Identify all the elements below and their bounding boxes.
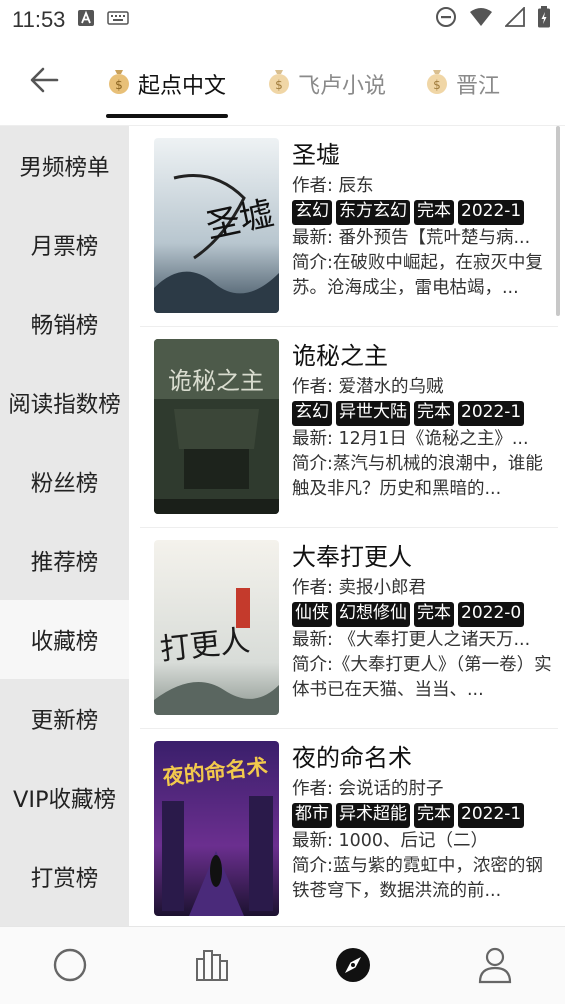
tab-label: 晋江 — [456, 74, 501, 99]
sidebar-item-bestseller[interactable]: 畅销榜 — [0, 284, 129, 363]
nav-bookshelf-button[interactable] — [190, 945, 234, 989]
book-item[interactable]: 打更人 大奉打更人 作者: 卖报小郎君 仙侠 幻想修仙 完本 2022-0 最新… — [140, 528, 558, 729]
tag-date: 2022-1 — [458, 803, 525, 828]
tag-status: 完本 — [414, 602, 454, 627]
book-intro: 简介:《大奉打更人》（第一卷）实体书已在天猫、当当、... — [292, 655, 552, 700]
tag-category: 玄幻 — [292, 200, 332, 225]
book-intro: 简介:在破败中崛起，在寂灭中复苏。沧海成尘，雷电枯竭，... — [292, 253, 543, 298]
battery-icon — [537, 6, 551, 32]
book-tags: 都市 异术超能 完本 2022-1 — [292, 803, 554, 828]
book-cover: 诡秘之主 — [154, 339, 279, 514]
top-tab-bar: $ 起点中文 $ 飞卢小说 $ 晋江 — [0, 40, 565, 126]
tab-qidian[interactable]: $ 起点中文 — [106, 62, 226, 106]
sidebar-item-reward[interactable]: 打赏榜 — [0, 837, 129, 916]
tag-status: 完本 — [414, 200, 454, 225]
tag-status: 完本 — [414, 401, 454, 426]
nav-profile-button[interactable] — [473, 945, 517, 989]
signal-icon — [503, 5, 525, 31]
sidebar-item-vip-collection[interactable]: VIP收藏榜 — [0, 758, 129, 837]
do-not-disturb-icon — [435, 6, 457, 32]
bookshelf-icon — [194, 947, 230, 987]
book-title: 圣墟 — [292, 141, 340, 169]
sidebar-item-fans[interactable]: 粉丝榜 — [0, 442, 129, 521]
book-author: 作者: 辰东 — [292, 176, 374, 196]
book-tags: 玄幻 东方玄幻 完本 2022-1 — [292, 200, 554, 225]
sidebar-item-recommend[interactable]: 推荐榜 — [0, 521, 129, 600]
tag-date: 2022-1 — [458, 401, 525, 426]
tag-subcategory: 异世大陆 — [336, 401, 410, 426]
sidebar-item-monthly-ticket[interactable]: 月票榜 — [0, 205, 129, 284]
sidebar-item-update[interactable]: 更新榜 — [0, 679, 129, 758]
money-bag-icon: $ — [266, 67, 292, 101]
book-latest-chapter: 最新: 番外预告【荒叶楚与病... — [292, 228, 531, 248]
status-time: 11:53 — [12, 7, 66, 32]
book-tags: 玄幻 异世大陆 完本 2022-1 — [292, 401, 554, 426]
book-intro: 简介:蒸汽与机械的浪潮中，谁能触及非凡？历史和黑暗的... — [292, 454, 543, 499]
book-cover: 圣墟 — [154, 138, 279, 313]
svg-text:$: $ — [433, 78, 441, 92]
book-author: 作者: 会说话的肘子 — [292, 779, 444, 799]
wifi-icon — [469, 7, 493, 31]
sidebar-item-reading-index[interactable]: 阅读指数榜 — [0, 363, 129, 442]
tag-category: 仙侠 — [292, 602, 332, 627]
book-cover: 打更人 — [154, 540, 279, 715]
tag-subcategory: 东方玄幻 — [336, 200, 410, 225]
bottom-nav — [0, 926, 565, 1004]
person-icon — [477, 946, 513, 988]
book-tags: 仙侠 幻想修仙 完本 2022-0 — [292, 602, 554, 627]
book-latest-chapter: 最新: 12月1日《诡秘之主》... — [292, 429, 529, 449]
keyboard-icon — [107, 10, 130, 30]
book-item[interactable]: 圣墟 圣墟 作者: 辰东 玄幻 东方玄幻 完本 2022-1 最新: 番外预告【… — [140, 126, 558, 327]
book-intro: 简介:蓝与紫的霓虹中，浓密的钢铁苍穹下，数据洪流的前... — [292, 856, 543, 901]
ranking-sidebar: 男频榜单 月票榜 畅销榜 阅读指数榜 粉丝榜 推荐榜 收藏榜 更新榜 VIP收藏… — [0, 126, 129, 926]
arrow-left-icon — [29, 67, 59, 97]
tab-label: 起点中文 — [138, 74, 227, 99]
nav-discover-button[interactable] — [331, 945, 375, 989]
tab-label: 飞卢小说 — [298, 74, 387, 99]
book-title: 诡秘之主 — [292, 342, 388, 370]
book-cover-title: 诡秘之主 — [168, 367, 264, 395]
sidebar-item-collection[interactable]: 收藏榜 — [0, 600, 129, 679]
tag-subcategory: 异术超能 — [336, 803, 410, 828]
tag-subcategory: 幻想修仙 — [336, 602, 410, 627]
svg-text:$: $ — [115, 78, 123, 92]
book-latest-chapter: 最新: 《大奉打更人之诸天万... — [292, 630, 531, 650]
tab-jinjiang[interactable]: $ 晋江 — [424, 62, 500, 106]
book-title: 夜的命名术 — [292, 744, 412, 772]
book-title: 大奉打更人 — [292, 543, 412, 571]
svg-text:$: $ — [275, 78, 283, 92]
tag-category: 玄幻 — [292, 401, 332, 426]
tag-status: 完本 — [414, 803, 454, 828]
money-bag-icon: $ — [424, 67, 450, 101]
tag-date: 2022-1 — [458, 200, 525, 225]
book-cover: 夜的命名术 — [154, 741, 279, 916]
book-list: 圣墟 圣墟 作者: 辰东 玄幻 东方玄幻 完本 2022-1 最新: 番外预告【… — [140, 126, 558, 926]
book-author: 作者: 爱潜水的乌贼 — [292, 377, 444, 397]
money-bag-icon: $ — [106, 67, 132, 101]
tag-date: 2022-0 — [458, 602, 525, 627]
tab-feilu[interactable]: $ 飞卢小说 — [266, 62, 386, 106]
font-notification-icon — [77, 9, 95, 31]
tag-category: 都市 — [292, 803, 332, 828]
circle-icon — [52, 947, 88, 987]
nav-home-button[interactable] — [48, 945, 92, 989]
back-button[interactable] — [24, 62, 64, 102]
book-author: 作者: 卖报小郎君 — [292, 578, 426, 598]
list-scrollbar[interactable] — [556, 126, 560, 316]
sidebar-item-male-ranking[interactable]: 男频榜单 — [0, 126, 129, 205]
status-bar: 11:53 — [0, 0, 565, 40]
book-latest-chapter: 最新: 1000、后记（二） — [292, 831, 488, 851]
book-item[interactable]: 夜的命名术 夜的命名术 作者: 会说话的肘子 都市 异术超能 完本 2022-1… — [140, 729, 558, 926]
book-item[interactable]: 诡秘之主 诡秘之主 作者: 爱潜水的乌贼 玄幻 异世大陆 完本 2022-1 最… — [140, 327, 558, 528]
active-tab-indicator — [106, 114, 228, 118]
compass-icon — [334, 946, 372, 988]
